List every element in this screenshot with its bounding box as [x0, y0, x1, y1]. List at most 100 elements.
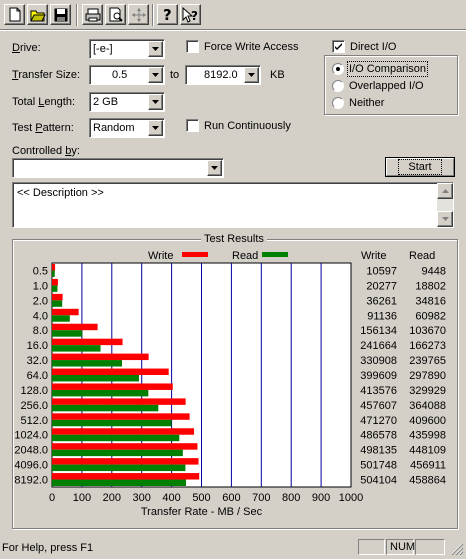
direct-io-label[interactable]: Direct I/O: [350, 41, 396, 53]
chevron-down-icon[interactable]: [148, 67, 163, 83]
start-button[interactable]: Start: [385, 157, 455, 177]
read-bar: [52, 375, 139, 382]
test-results-title: Test Results: [201, 233, 267, 245]
force-write-checkbox[interactable]: [186, 40, 199, 53]
context-help-icon[interactable]: ?: [180, 4, 201, 25]
read-value: 458864: [409, 475, 446, 487]
test-pattern-select[interactable]: Random: [89, 118, 165, 138]
radio-io-comparison-label[interactable]: I/O Comparison: [346, 61, 429, 77]
drive-value: [-e-]: [93, 43, 113, 55]
transfer-size-unit: KB: [270, 69, 285, 81]
y-category-label: 8192.0: [14, 475, 48, 487]
y-category-label: 2.0: [33, 295, 48, 307]
chevron-down-icon[interactable]: [148, 120, 163, 136]
read-value: 103670: [409, 325, 446, 337]
write-value: 413576: [360, 385, 397, 397]
x-tick-label: 100: [73, 492, 91, 504]
y-category-label: 8.0: [33, 325, 48, 337]
write-bar: [52, 398, 186, 405]
write-bar: [52, 278, 58, 286]
legend-read-swatch: [262, 252, 288, 257]
transfer-size-from-select[interactable]: 0.5: [89, 65, 165, 85]
resize-grip-icon[interactable]: [448, 540, 464, 556]
force-write-label[interactable]: Force Write Access: [204, 41, 299, 53]
status-help-text: For Help, press F1: [2, 542, 94, 554]
scroll-up-arrow-icon[interactable]: [437, 183, 453, 199]
write-value: 471270: [360, 415, 397, 427]
toolbar-separator: [152, 4, 154, 26]
x-tick-label: 700: [252, 492, 270, 504]
chevron-down-icon[interactable]: [244, 67, 259, 83]
x-axis-label: Transfer Rate - MB / Sec: [141, 506, 263, 518]
read-bar: [52, 464, 186, 472]
chevron-down-icon[interactable]: [148, 41, 163, 57]
radio-neither[interactable]: [332, 97, 344, 109]
legend-write-swatch: [182, 252, 208, 257]
y-category-label: 2048.0: [14, 445, 48, 457]
y-category-label: 64.0: [27, 370, 48, 382]
write-bar: [52, 293, 63, 301]
read-value: 409600: [409, 415, 446, 427]
read-value: 448109: [409, 445, 446, 457]
description-scrollbar[interactable]: [437, 183, 453, 227]
chevron-down-icon[interactable]: [207, 160, 222, 176]
print-icon[interactable]: [82, 4, 103, 25]
read-bar: [52, 270, 55, 277]
move-cross-icon[interactable]: [128, 4, 149, 25]
read-value: 239765: [409, 355, 446, 367]
write-value: 501748: [360, 460, 397, 472]
write-value: 156134: [360, 325, 397, 337]
run-continuously-label[interactable]: Run Continuously: [204, 120, 291, 132]
run-continuously-checkbox[interactable]: [186, 119, 199, 132]
radio-io-comparison[interactable]: [332, 63, 344, 75]
y-category-label: 256.0: [20, 400, 48, 412]
write-value: 330908: [360, 355, 397, 367]
radio-overlapped-io-label[interactable]: Overlapped I/O: [349, 80, 424, 92]
chevron-down-icon[interactable]: [148, 94, 163, 110]
new-file-icon[interactable]: [4, 4, 25, 25]
write-value: 486578: [360, 430, 397, 442]
y-category-label: 512.0: [20, 415, 48, 427]
read-bar: [52, 330, 83, 337]
read-bar: [52, 315, 70, 322]
read-bar: [52, 404, 159, 412]
open-folder-icon[interactable]: [27, 4, 48, 25]
write-bar: [52, 368, 169, 375]
print-preview-icon[interactable]: [105, 4, 126, 25]
y-category-label: 16.0: [27, 340, 48, 352]
drive-select[interactable]: [-e-]: [89, 39, 165, 59]
help-question-icon[interactable]: ?: [157, 4, 178, 25]
transfer-size-to-label: to: [170, 69, 180, 81]
x-tick-label: 900: [312, 492, 330, 504]
write-value: 498135: [360, 445, 397, 457]
write-bar: [52, 338, 123, 346]
x-tick-label: 500: [192, 492, 210, 504]
read-value: 166273: [409, 340, 446, 352]
write-bar: [52, 428, 195, 435]
write-column-header: Write: [361, 250, 386, 262]
write-value: 10597: [366, 265, 397, 277]
radio-overlapped-io[interactable]: [332, 80, 344, 92]
write-value: 20277: [366, 280, 397, 292]
controlled-by-label: Controlled by:: [12, 145, 80, 157]
test-pattern-label: Test Pattern:: [12, 122, 74, 134]
read-value: 9448: [422, 265, 446, 277]
legend-write-label: Write: [148, 250, 173, 262]
description-textarea[interactable]: << Description >>: [12, 182, 454, 228]
start-button-label: Start: [398, 159, 442, 175]
save-disk-icon[interactable]: [50, 4, 71, 25]
radio-neither-label[interactable]: Neither: [349, 97, 384, 109]
controlled-by-select[interactable]: [12, 158, 224, 178]
status-pane-scroll: [415, 539, 445, 555]
write-bar: [52, 383, 173, 390]
scroll-down-arrow-icon[interactable]: [437, 211, 453, 227]
x-tick-label: 400: [162, 492, 180, 504]
y-category-label: 0.5: [33, 265, 48, 277]
status-num-indicator: NUM: [386, 539, 415, 555]
write-value: 241664: [360, 340, 397, 352]
x-tick-label: 200: [103, 492, 121, 504]
read-value: 60982: [415, 310, 446, 322]
total-length-select[interactable]: 2 GB: [89, 92, 165, 112]
transfer-size-to-select[interactable]: 8192.0: [185, 65, 261, 85]
direct-io-checkbox[interactable]: [332, 40, 345, 53]
